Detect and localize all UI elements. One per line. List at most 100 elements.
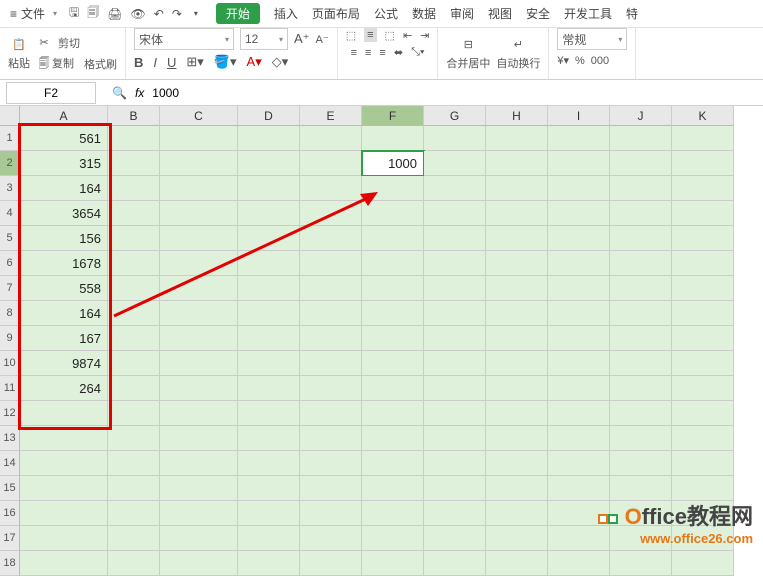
cell-E2[interactable]: [300, 151, 362, 176]
row-header-14[interactable]: 14: [0, 451, 20, 476]
cell-J18[interactable]: [610, 551, 672, 576]
cell-E7[interactable]: [300, 276, 362, 301]
cell-B6[interactable]: [108, 251, 160, 276]
cell-K11[interactable]: [672, 376, 734, 401]
row-header-2[interactable]: 2: [0, 151, 20, 176]
cell-J7[interactable]: [610, 276, 672, 301]
cell-A10[interactable]: 9874: [20, 351, 108, 376]
cell-C13[interactable]: [160, 426, 238, 451]
wrap-text-button[interactable]: ↵ 自动换行: [496, 37, 540, 71]
cell-E16[interactable]: [300, 501, 362, 526]
cell-C15[interactable]: [160, 476, 238, 501]
cell-D18[interactable]: [238, 551, 300, 576]
cell-F8[interactable]: [362, 301, 424, 326]
cell-D3[interactable]: [238, 176, 300, 201]
cell-J13[interactable]: [610, 426, 672, 451]
cell-B17[interactable]: [108, 526, 160, 551]
cell-K5[interactable]: [672, 226, 734, 251]
cell-G12[interactable]: [424, 401, 486, 426]
row-header-7[interactable]: 7: [0, 276, 20, 301]
tab-data[interactable]: 数据: [412, 5, 436, 22]
cell-F10[interactable]: [362, 351, 424, 376]
cell-A3[interactable]: 164: [20, 176, 108, 201]
cell-G3[interactable]: [424, 176, 486, 201]
cell-F15[interactable]: [362, 476, 424, 501]
col-header-B[interactable]: B: [108, 106, 160, 126]
cell-E4[interactable]: [300, 201, 362, 226]
cell-A6[interactable]: 1678: [20, 251, 108, 276]
cell-D4[interactable]: [238, 201, 300, 226]
cell-K18[interactable]: [672, 551, 734, 576]
paste-button[interactable]: 📋 粘贴: [8, 37, 30, 71]
cell-K10[interactable]: [672, 351, 734, 376]
cell-K7[interactable]: [672, 276, 734, 301]
cell-F13[interactable]: [362, 426, 424, 451]
cell-C9[interactable]: [160, 326, 238, 351]
cell-B5[interactable]: [108, 226, 160, 251]
tab-extra[interactable]: 特: [626, 5, 638, 22]
cell-J1[interactable]: [610, 126, 672, 151]
row-header-1[interactable]: 1: [0, 126, 20, 151]
cell-B8[interactable]: [108, 301, 160, 326]
cell-D17[interactable]: [238, 526, 300, 551]
cell-C4[interactable]: [160, 201, 238, 226]
cell-A5[interactable]: 156: [20, 226, 108, 251]
col-header-C[interactable]: C: [160, 106, 238, 126]
cell-I7[interactable]: [548, 276, 610, 301]
row-header-8[interactable]: 8: [0, 301, 20, 326]
cell-J11[interactable]: [610, 376, 672, 401]
cell-G4[interactable]: [424, 201, 486, 226]
cell-F16[interactable]: [362, 501, 424, 526]
cell-A13[interactable]: [20, 426, 108, 451]
cell-A18[interactable]: [20, 551, 108, 576]
cell-D13[interactable]: [238, 426, 300, 451]
save-icon[interactable]: 🖫: [69, 3, 79, 24]
cell-D15[interactable]: [238, 476, 300, 501]
cell-H3[interactable]: [486, 176, 548, 201]
cell-F6[interactable]: [362, 251, 424, 276]
cell-A2[interactable]: 315: [20, 151, 108, 176]
tab-insert[interactable]: 插入: [274, 5, 298, 22]
cell-I6[interactable]: [548, 251, 610, 276]
cell-J12[interactable]: [610, 401, 672, 426]
col-header-J[interactable]: J: [610, 106, 672, 126]
cell-B10[interactable]: [108, 351, 160, 376]
cell-K15[interactable]: [672, 476, 734, 501]
orientation-icon[interactable]: ⤡▾: [411, 46, 424, 59]
cell-K2[interactable]: [672, 151, 734, 176]
tab-layout[interactable]: 页面布局: [312, 5, 360, 22]
cell-G17[interactable]: [424, 526, 486, 551]
print-icon[interactable]: 🖨: [107, 7, 122, 21]
formula-input[interactable]: 1000: [144, 86, 763, 100]
cell-I1[interactable]: [548, 126, 610, 151]
cell-K12[interactable]: [672, 401, 734, 426]
cell-K6[interactable]: [672, 251, 734, 276]
cell-E9[interactable]: [300, 326, 362, 351]
tab-review[interactable]: 审阅: [450, 5, 474, 22]
cell-C2[interactable]: [160, 151, 238, 176]
insert-function-icon[interactable]: 🔍: [112, 86, 127, 100]
cell-D6[interactable]: [238, 251, 300, 276]
cell-G16[interactable]: [424, 501, 486, 526]
number-format-dropdown[interactable]: 常规▾: [557, 28, 627, 50]
decrease-font-icon[interactable]: A⁻: [316, 33, 329, 46]
cell-A4[interactable]: 3654: [20, 201, 108, 226]
col-header-F[interactable]: F: [362, 106, 424, 126]
cell-I5[interactable]: [548, 226, 610, 251]
cell-A7[interactable]: 558: [20, 276, 108, 301]
cell-E3[interactable]: [300, 176, 362, 201]
cell-G10[interactable]: [424, 351, 486, 376]
cell-F11[interactable]: [362, 376, 424, 401]
cell-A17[interactable]: [20, 526, 108, 551]
cell-C17[interactable]: [160, 526, 238, 551]
cell-D7[interactable]: [238, 276, 300, 301]
col-header-H[interactable]: H: [486, 106, 548, 126]
row-header-15[interactable]: 15: [0, 476, 20, 501]
cell-G6[interactable]: [424, 251, 486, 276]
cell-G14[interactable]: [424, 451, 486, 476]
cell-A1[interactable]: 561: [20, 126, 108, 151]
col-header-G[interactable]: G: [424, 106, 486, 126]
underline-button[interactable]: U: [167, 55, 176, 70]
cell-A11[interactable]: 264: [20, 376, 108, 401]
cell-I3[interactable]: [548, 176, 610, 201]
